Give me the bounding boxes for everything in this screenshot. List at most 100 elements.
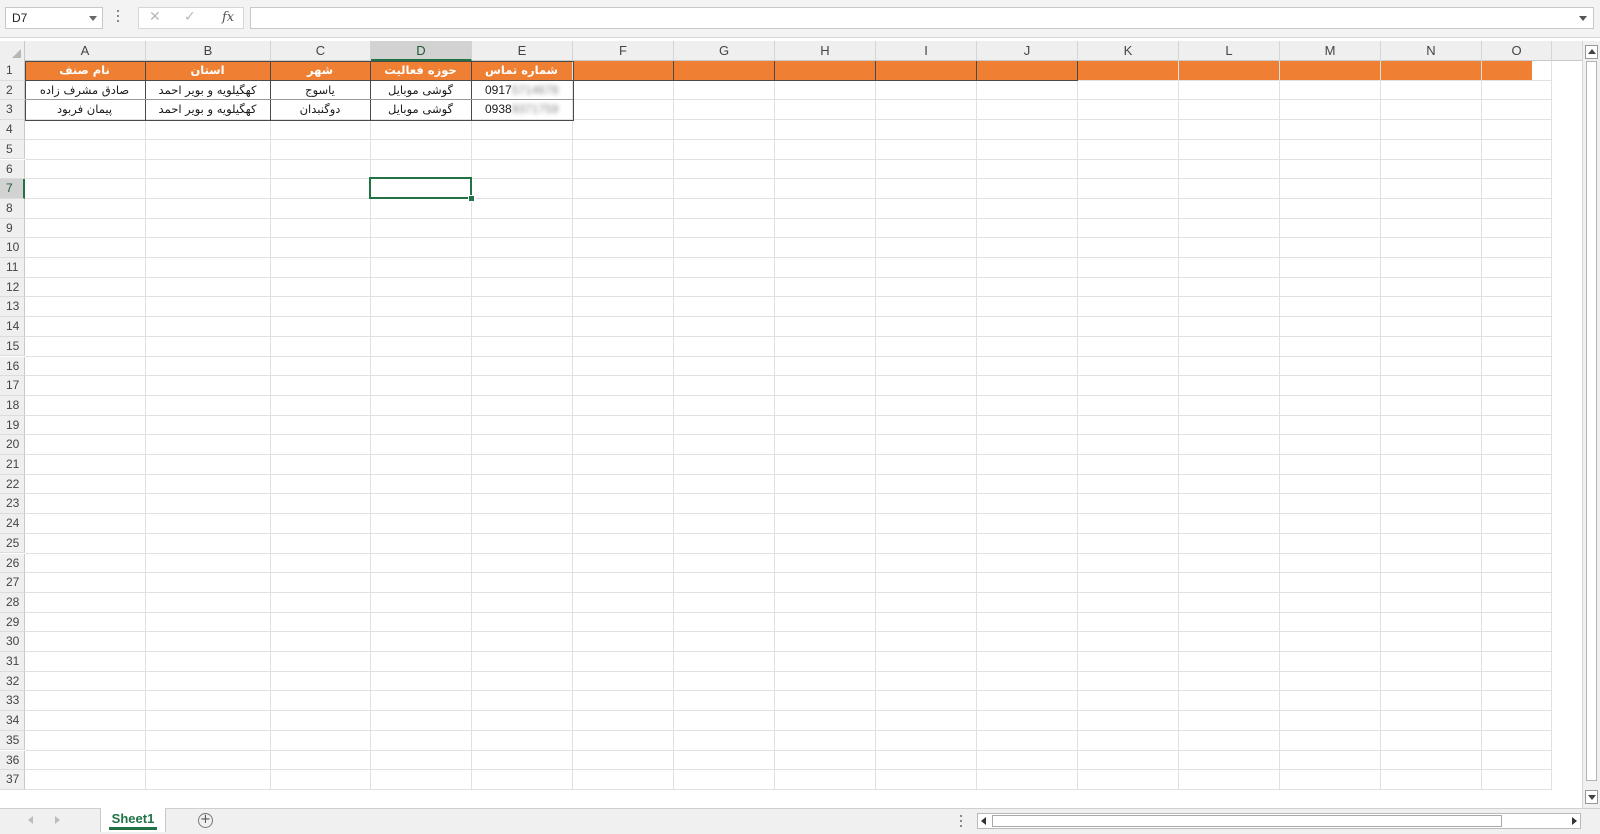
scroll-left-icon[interactable] — [981, 817, 986, 825]
row-header-7[interactable]: 7 — [0, 179, 25, 199]
row-header-24[interactable]: 24 — [0, 514, 25, 534]
row-header-37[interactable]: 37 — [0, 770, 25, 790]
column-header-j[interactable]: J — [977, 41, 1078, 61]
row-header-19[interactable]: 19 — [0, 415, 25, 436]
vertical-scrollbar[interactable] — [1582, 41, 1600, 808]
gridline-horizontal — [25, 493, 1552, 495]
vertical-scroll-thumb[interactable] — [1586, 61, 1597, 781]
column-header-i[interactable]: I — [876, 41, 977, 61]
header-phone[interactable]: شماره تماس — [472, 61, 571, 81]
row-header-5[interactable]: 5 — [0, 139, 25, 160]
column-header-d[interactable]: D — [371, 41, 472, 61]
column-header-c[interactable]: C — [271, 41, 371, 61]
gridline-vertical — [471, 61, 472, 790]
row-header-1[interactable]: 1 — [0, 61, 25, 81]
header-province[interactable]: استان — [146, 61, 269, 81]
column-header-row: ABCDEFGHIJKLMNO — [0, 41, 1582, 61]
gridline-horizontal — [25, 257, 1552, 258]
row-header-32[interactable]: 32 — [0, 671, 25, 692]
phone-blurred-digits: 9371759 — [511, 102, 559, 117]
row-header-28[interactable]: 28 — [0, 592, 25, 613]
header-name[interactable]: نام صنف — [25, 61, 144, 81]
row-header-8[interactable]: 8 — [0, 198, 25, 219]
row-header-27[interactable]: 27 — [0, 573, 25, 593]
row-header-20[interactable]: 20 — [0, 435, 25, 455]
row-header-9[interactable]: 9 — [0, 218, 25, 239]
cell-field[interactable]: گوشی موبایل — [371, 100, 470, 120]
row-header-4[interactable]: 4 — [0, 120, 25, 140]
cell-field[interactable]: گوشی موبایل — [371, 81, 470, 101]
fill-handle[interactable] — [468, 194, 475, 202]
cell-phone[interactable]: 09175714678 — [472, 81, 584, 101]
sheet-tab-sheet1[interactable]: Sheet1 — [100, 808, 166, 832]
row-header-25[interactable]: 25 — [0, 533, 25, 554]
row-header-18[interactable]: 18 — [0, 395, 25, 416]
row-header-30[interactable]: 30 — [0, 632, 25, 652]
row-header-26[interactable]: 26 — [0, 553, 25, 574]
row-header-3[interactable]: 3 — [0, 100, 25, 121]
add-sheet-icon[interactable]: + — [198, 813, 213, 828]
cell-city[interactable]: یاسوج — [271, 81, 369, 101]
expand-formula-bar-icon[interactable] — [1579, 16, 1587, 21]
gridline-vertical — [774, 61, 775, 790]
insert-function-icon[interactable]: fx — [222, 10, 234, 25]
column-header-k[interactable]: K — [1078, 41, 1179, 61]
select-all-icon[interactable] — [0, 41, 25, 61]
previous-sheet-icon[interactable] — [28, 816, 33, 824]
row-header-35[interactable]: 35 — [0, 730, 25, 751]
column-header-g[interactable]: G — [674, 41, 775, 61]
header-city[interactable]: شهر — [271, 61, 369, 81]
row-header-22[interactable]: 22 — [0, 474, 25, 495]
column-header-a[interactable]: A — [25, 41, 146, 61]
active-cell-selection[interactable] — [369, 177, 472, 199]
column-header-m[interactable]: M — [1280, 41, 1381, 61]
row-header-11[interactable]: 11 — [0, 258, 25, 278]
row-header-36[interactable]: 36 — [0, 750, 25, 771]
row-header-10[interactable]: 10 — [0, 238, 25, 258]
row-header-21[interactable]: 21 — [0, 455, 25, 475]
cell-phone[interactable]: 09389371759 — [472, 100, 584, 120]
cell-province[interactable]: کهگیلویه و بویر احمد — [146, 81, 269, 101]
phone-blurred-digits: 5714678 — [511, 82, 559, 97]
column-header-o[interactable]: O — [1482, 41, 1552, 61]
row-header-14[interactable]: 14 — [0, 317, 25, 337]
horizontal-scroll-thumb[interactable] — [992, 815, 1502, 827]
column-header-e[interactable]: E — [472, 41, 573, 61]
cancel-icon[interactable]: ✕ — [149, 9, 161, 25]
scroll-right-icon[interactable] — [1572, 817, 1577, 825]
row-header-17[interactable]: 17 — [0, 376, 25, 396]
horizontal-scrollbar[interactable] — [977, 813, 1581, 829]
row-header-12[interactable]: 12 — [0, 277, 25, 298]
row-header-33[interactable]: 33 — [0, 691, 25, 712]
row-header-29[interactable]: 29 — [0, 612, 25, 633]
name-box-dropdown-icon[interactable] — [89, 16, 97, 21]
column-header-n[interactable]: N — [1381, 41, 1482, 61]
spreadsheet-grid[interactable]: ABCDEFGHIJKLMNO 1 2 3 4 5 6 7 8 9 10 11 12 13 14 15 16 1… — [0, 41, 1582, 808]
cell-city[interactable]: دوگنبدان — [271, 100, 369, 120]
column-header-h[interactable]: H — [775, 41, 876, 61]
row-header-31[interactable]: 31 — [0, 652, 25, 672]
cell-province[interactable]: کهگیلویه و بویر احمد — [146, 100, 269, 120]
row-header-23[interactable]: 23 — [0, 494, 25, 515]
scroll-up-icon[interactable] — [1585, 45, 1598, 59]
enter-icon[interactable]: ✓ — [184, 9, 196, 25]
cell-name[interactable]: پیمان فربود — [25, 100, 144, 120]
cell-name[interactable]: صادق مشرف زاده — [25, 81, 144, 101]
row-header-34[interactable]: 34 — [0, 711, 25, 731]
name-box[interactable]: D7 — [5, 7, 103, 29]
horizontal-split-grip-icon[interactable] — [960, 815, 962, 830]
row-header-16[interactable]: 16 — [0, 356, 25, 377]
next-sheet-icon[interactable] — [55, 816, 60, 824]
formula-bar-grip-icon[interactable] — [117, 10, 120, 24]
header-field[interactable]: حوزه فعالیت — [371, 61, 470, 81]
row-header-6[interactable]: 6 — [0, 159, 25, 180]
column-header-l[interactable]: L — [1179, 41, 1280, 61]
formula-input[interactable] — [250, 7, 1594, 29]
row-header-13[interactable]: 13 — [0, 297, 25, 318]
row-header-2[interactable]: 2 — [0, 80, 25, 101]
scroll-down-icon[interactable] — [1585, 790, 1598, 804]
row-header-15[interactable]: 15 — [0, 336, 25, 357]
column-header-b[interactable]: B — [146, 41, 271, 61]
column-header-f[interactable]: F — [573, 41, 674, 61]
formula-bar-area: D7 ✕ ✓ fx — [0, 0, 1600, 38]
